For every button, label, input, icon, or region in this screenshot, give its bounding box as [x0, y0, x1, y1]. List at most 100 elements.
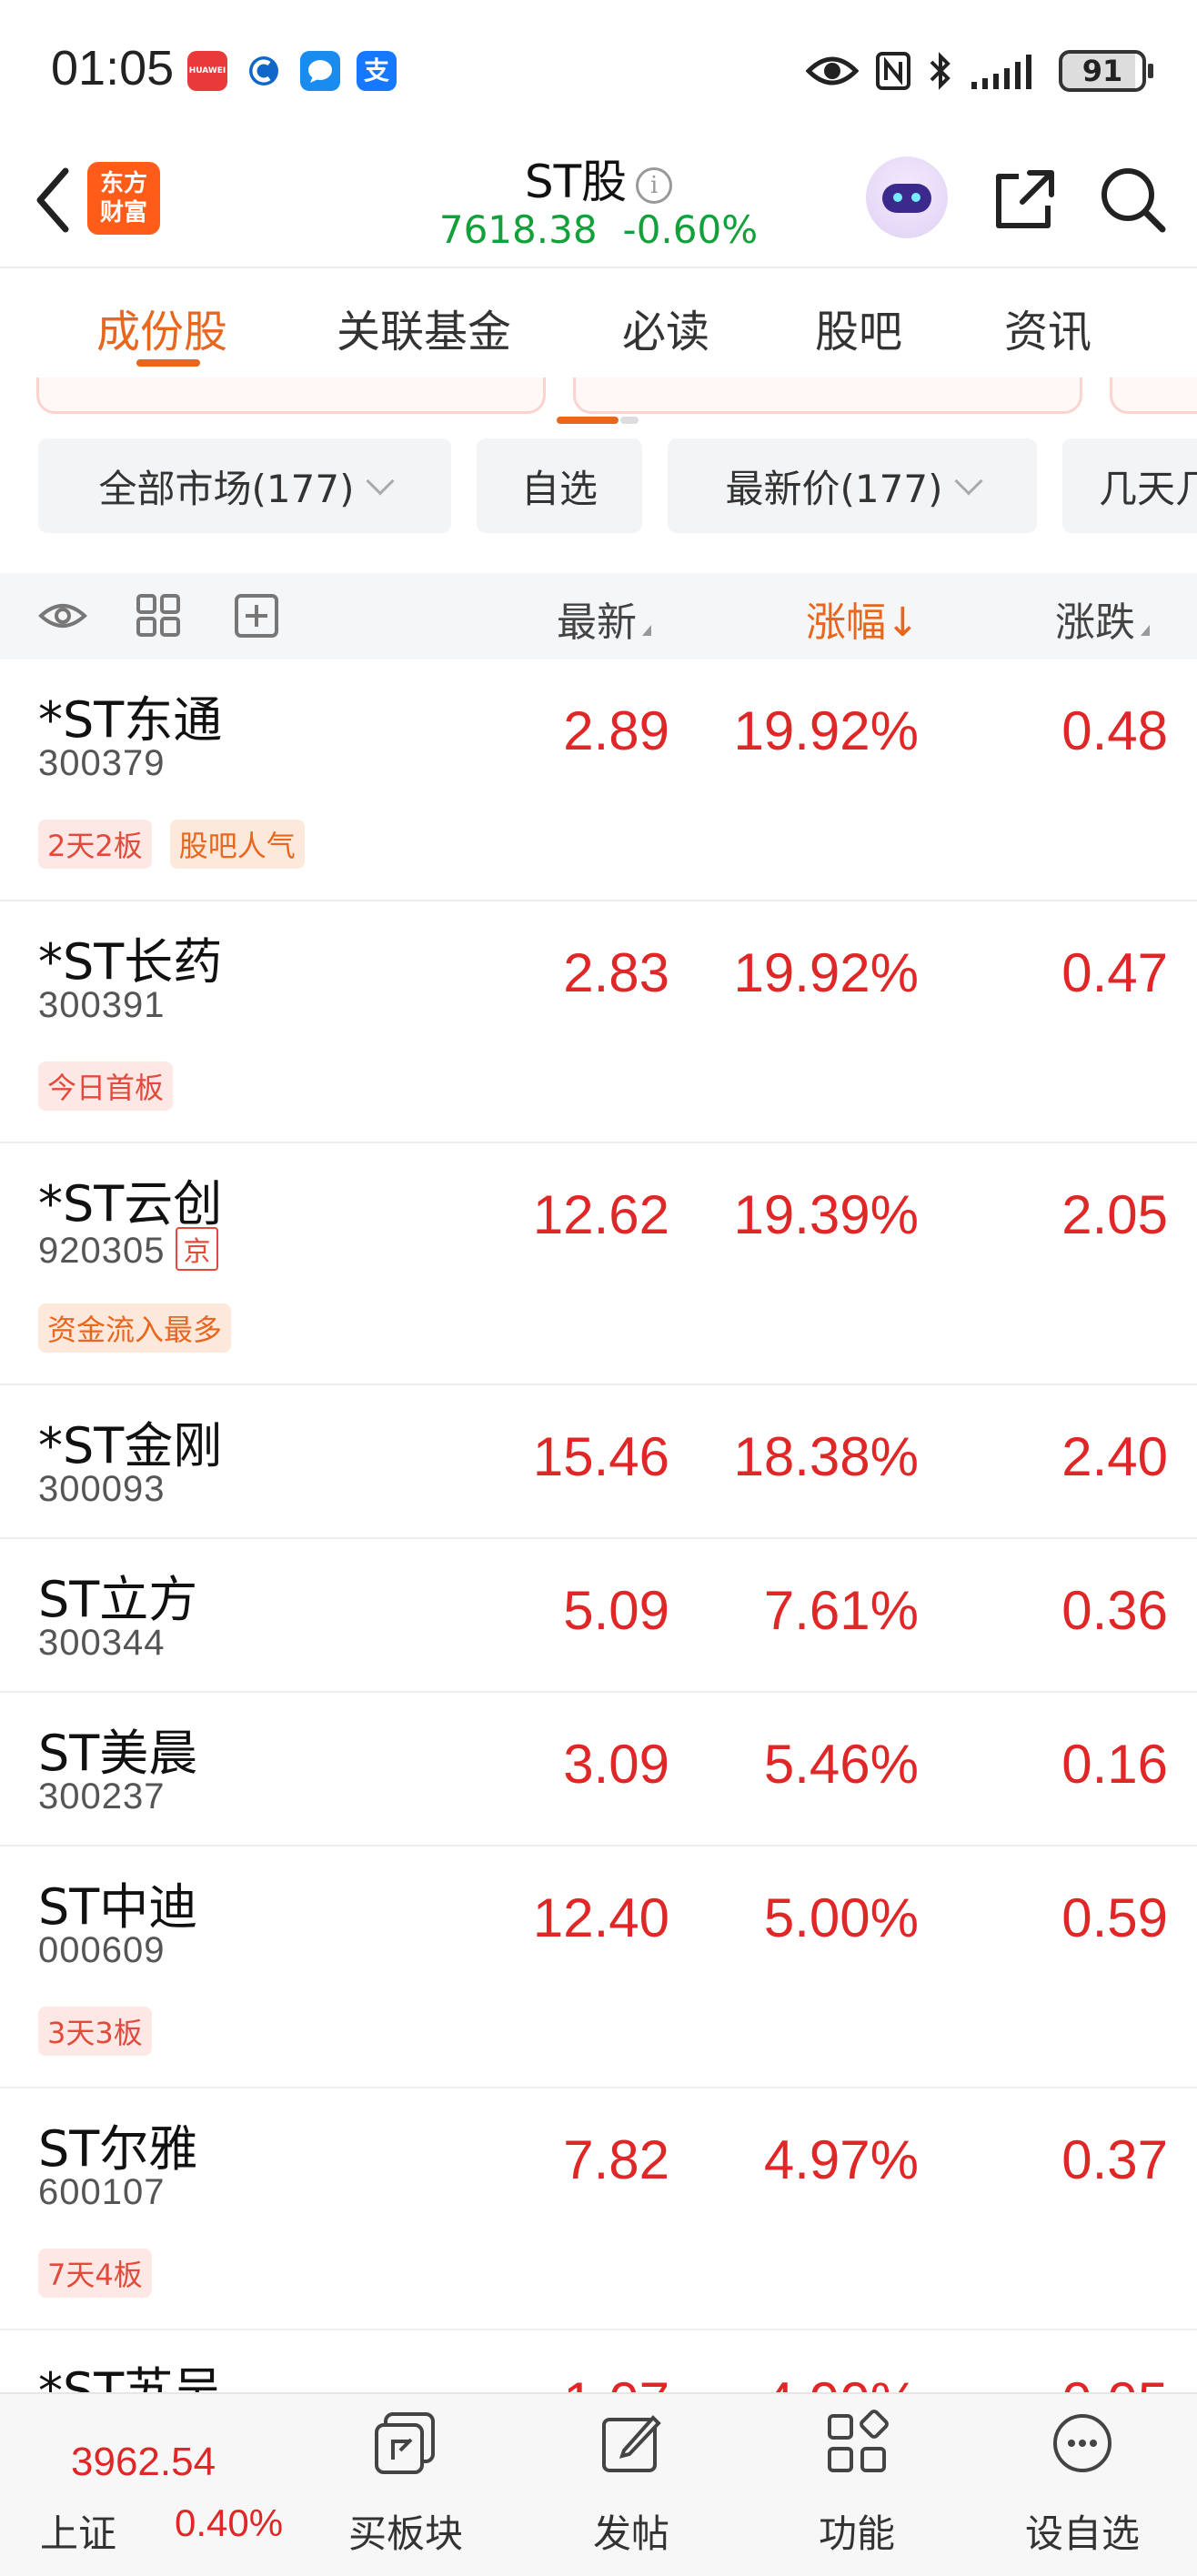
stock-code: 000609 — [38, 1930, 166, 1970]
sector-index-value: 7618.38 — [438, 207, 598, 252]
eye-icon — [806, 56, 859, 86]
latest-price: 3.09 — [563, 1734, 669, 1795]
change-pct: 19.92% — [733, 942, 920, 1003]
chevron-down-icon — [366, 467, 396, 496]
huawei-app-icon: HUAWEI — [187, 51, 227, 91]
banner-card[interactable] — [1110, 377, 1197, 414]
chevron-down-icon — [954, 467, 984, 496]
tag-badge[interactable]: 3天3板 — [38, 2007, 152, 2056]
sort-icon — [1141, 625, 1150, 636]
market-filter[interactable]: 全部市场(177) — [38, 438, 451, 533]
info-icon[interactable]: i — [636, 166, 673, 204]
grid-view-icon[interactable] — [135, 593, 184, 639]
functions-icon — [828, 2410, 889, 2472]
change-amount: 0.47 — [1061, 942, 1168, 1003]
stock-name: ST美晨 — [38, 1725, 198, 1782]
table-row[interactable]: *ST金刚 300093 15.46 18.38% 2.40 — [0, 1385, 1197, 1539]
buy-sector-button[interactable]: 买板块 — [315, 2394, 497, 2576]
price-filter[interactable]: 最新价(177) — [668, 438, 1037, 533]
carousel-indicator — [557, 417, 639, 424]
buy-sector-icon — [375, 2412, 435, 2474]
tab-must-read[interactable]: 必读 — [622, 296, 709, 359]
change-pct: 5.46% — [763, 1734, 919, 1795]
table-row[interactable]: ST美晨 300237 3.09 5.46% 0.16 — [0, 1693, 1197, 1846]
share-icon[interactable] — [988, 164, 1061, 236]
column-header: 最新 涨幅↓ 涨跌 — [0, 573, 1197, 659]
limit-up-days-filter[interactable]: 几天几板 — [1062, 438, 1197, 533]
status-time: 01:05 — [51, 41, 175, 96]
stock-tags: 今日首板 — [38, 1062, 174, 1111]
nfc-icon — [876, 52, 910, 90]
battery-indicator: 91 — [1059, 50, 1153, 92]
post-icon — [602, 2415, 661, 2472]
tag-badge[interactable]: 资金流入最多 — [38, 1303, 232, 1353]
post-button[interactable]: 发帖 — [540, 2394, 722, 2576]
table-row[interactable]: ST尔雅 600107 7.82 4.97% 0.37 7天4板 — [0, 2088, 1197, 2330]
stock-code: 300344 — [38, 1623, 166, 1663]
stock-name: *ST长药 — [38, 933, 223, 991]
watchlist-filter[interactable]: 自选 — [477, 438, 642, 533]
change-amount: 2.40 — [1061, 1426, 1168, 1487]
functions-button[interactable]: 功能 — [766, 2394, 948, 2576]
sort-icon — [642, 625, 651, 636]
bluetooth-icon — [930, 52, 951, 90]
stock-code: 300391 — [38, 985, 166, 1025]
status-indicators: 91 — [806, 45, 1153, 96]
latest-price: 15.46 — [532, 1426, 669, 1487]
stock-tags: 7天4板 — [38, 2249, 152, 2298]
sort-desc-icon: ↓ — [886, 599, 920, 646]
tab-guba[interactable]: 股吧 — [815, 296, 902, 359]
banner-carousel[interactable] — [0, 377, 1197, 432]
change-amount: 0.48 — [1061, 700, 1168, 761]
tab-constituents[interactable]: 成份股 — [96, 296, 227, 359]
chat-app-icon — [300, 51, 340, 91]
page-header: 东方 财富 ST股 i 7618.38 -0.60% — [0, 136, 1197, 268]
tab-bar: 成份股 关联基金 必读 股吧 资讯 — [0, 268, 1197, 377]
column-change-pct[interactable]: 涨幅↓ — [806, 589, 920, 648]
filter-bar: 全部市场(177) 自选 最新价(177) 几天几板 — [0, 438, 1197, 534]
table-row[interactable]: ST中迪 000609 12.40 5.00% 0.59 3天3板 — [0, 1846, 1197, 2088]
table-row[interactable]: ST立方 300344 5.09 7.61% 0.36 — [0, 1539, 1197, 1693]
search-icon[interactable] — [1097, 164, 1170, 236]
table-row[interactable]: *ST云创 920305 京 12.62 19.39% 2.05 资金流入最多 — [0, 1143, 1197, 1385]
tag-badge[interactable]: 股吧人气 — [169, 820, 305, 869]
change-amount: 0.37 — [1061, 2129, 1168, 2190]
tag-badge[interactable]: 7天4板 — [38, 2249, 152, 2298]
tab-news[interactable]: 资讯 — [1004, 296, 1091, 359]
add-watchlist-icon — [1053, 2414, 1112, 2472]
stock-code: 300237 — [38, 1776, 166, 1816]
change-amount: 0.36 — [1061, 1580, 1168, 1641]
column-change[interactable]: 涨跌 — [1055, 589, 1150, 648]
change-pct: 7.61% — [763, 1580, 919, 1641]
status-bar: 01:05 HUAWEI 支 91 — [0, 0, 1197, 136]
ai-assistant-icon[interactable] — [866, 156, 948, 238]
change-pct: 19.39% — [733, 1184, 920, 1245]
latest-price: 2.89 — [563, 700, 669, 761]
functions-label: 功能 — [818, 2511, 895, 2556]
column-latest[interactable]: 最新 — [557, 589, 651, 648]
stock-code: 300093 — [38, 1469, 166, 1509]
index-name: 上证 — [40, 2511, 117, 2556]
tag-badge[interactable]: 今日首板 — [38, 1062, 174, 1111]
stock-list: *ST东通 300379 2.89 19.92% 0.48 2天2板 股吧人气 … — [0, 659, 1197, 2484]
stock-code: 300379 — [38, 743, 166, 783]
table-row[interactable]: *ST东通 300379 2.89 19.92% 0.48 2天2板 股吧人气 — [0, 659, 1197, 901]
add-watchlist-label: 设自选 — [1024, 2511, 1140, 2556]
buy-sector-label: 买板块 — [347, 2511, 463, 2556]
change-pct: 5.00% — [763, 1887, 919, 1948]
stock-name: *ST东通 — [38, 691, 223, 749]
index-pct: 0.40% — [175, 2501, 284, 2544]
add-column-icon[interactable] — [233, 593, 282, 639]
tab-related-funds[interactable]: 关联基金 — [337, 296, 511, 359]
banner-card[interactable] — [36, 377, 546, 414]
bottom-bar: 3962.54 上证 0.40% 买板块 发帖 功能 设自选 — [0, 2392, 1197, 2576]
table-row[interactable]: *ST长药 300391 2.83 19.92% 0.47 今日首板 — [0, 901, 1197, 1143]
change-pct: 4.97% — [763, 2129, 919, 2190]
latest-price: 2.83 — [563, 942, 669, 1003]
signal-icon — [971, 55, 1031, 89]
eye-icon[interactable] — [38, 593, 87, 639]
banner-card[interactable] — [573, 377, 1082, 414]
tag-badge[interactable]: 2天2板 — [38, 820, 152, 869]
add-watchlist-button[interactable]: 设自选 — [991, 2394, 1173, 2576]
change-amount: 2.05 — [1061, 1184, 1168, 1245]
